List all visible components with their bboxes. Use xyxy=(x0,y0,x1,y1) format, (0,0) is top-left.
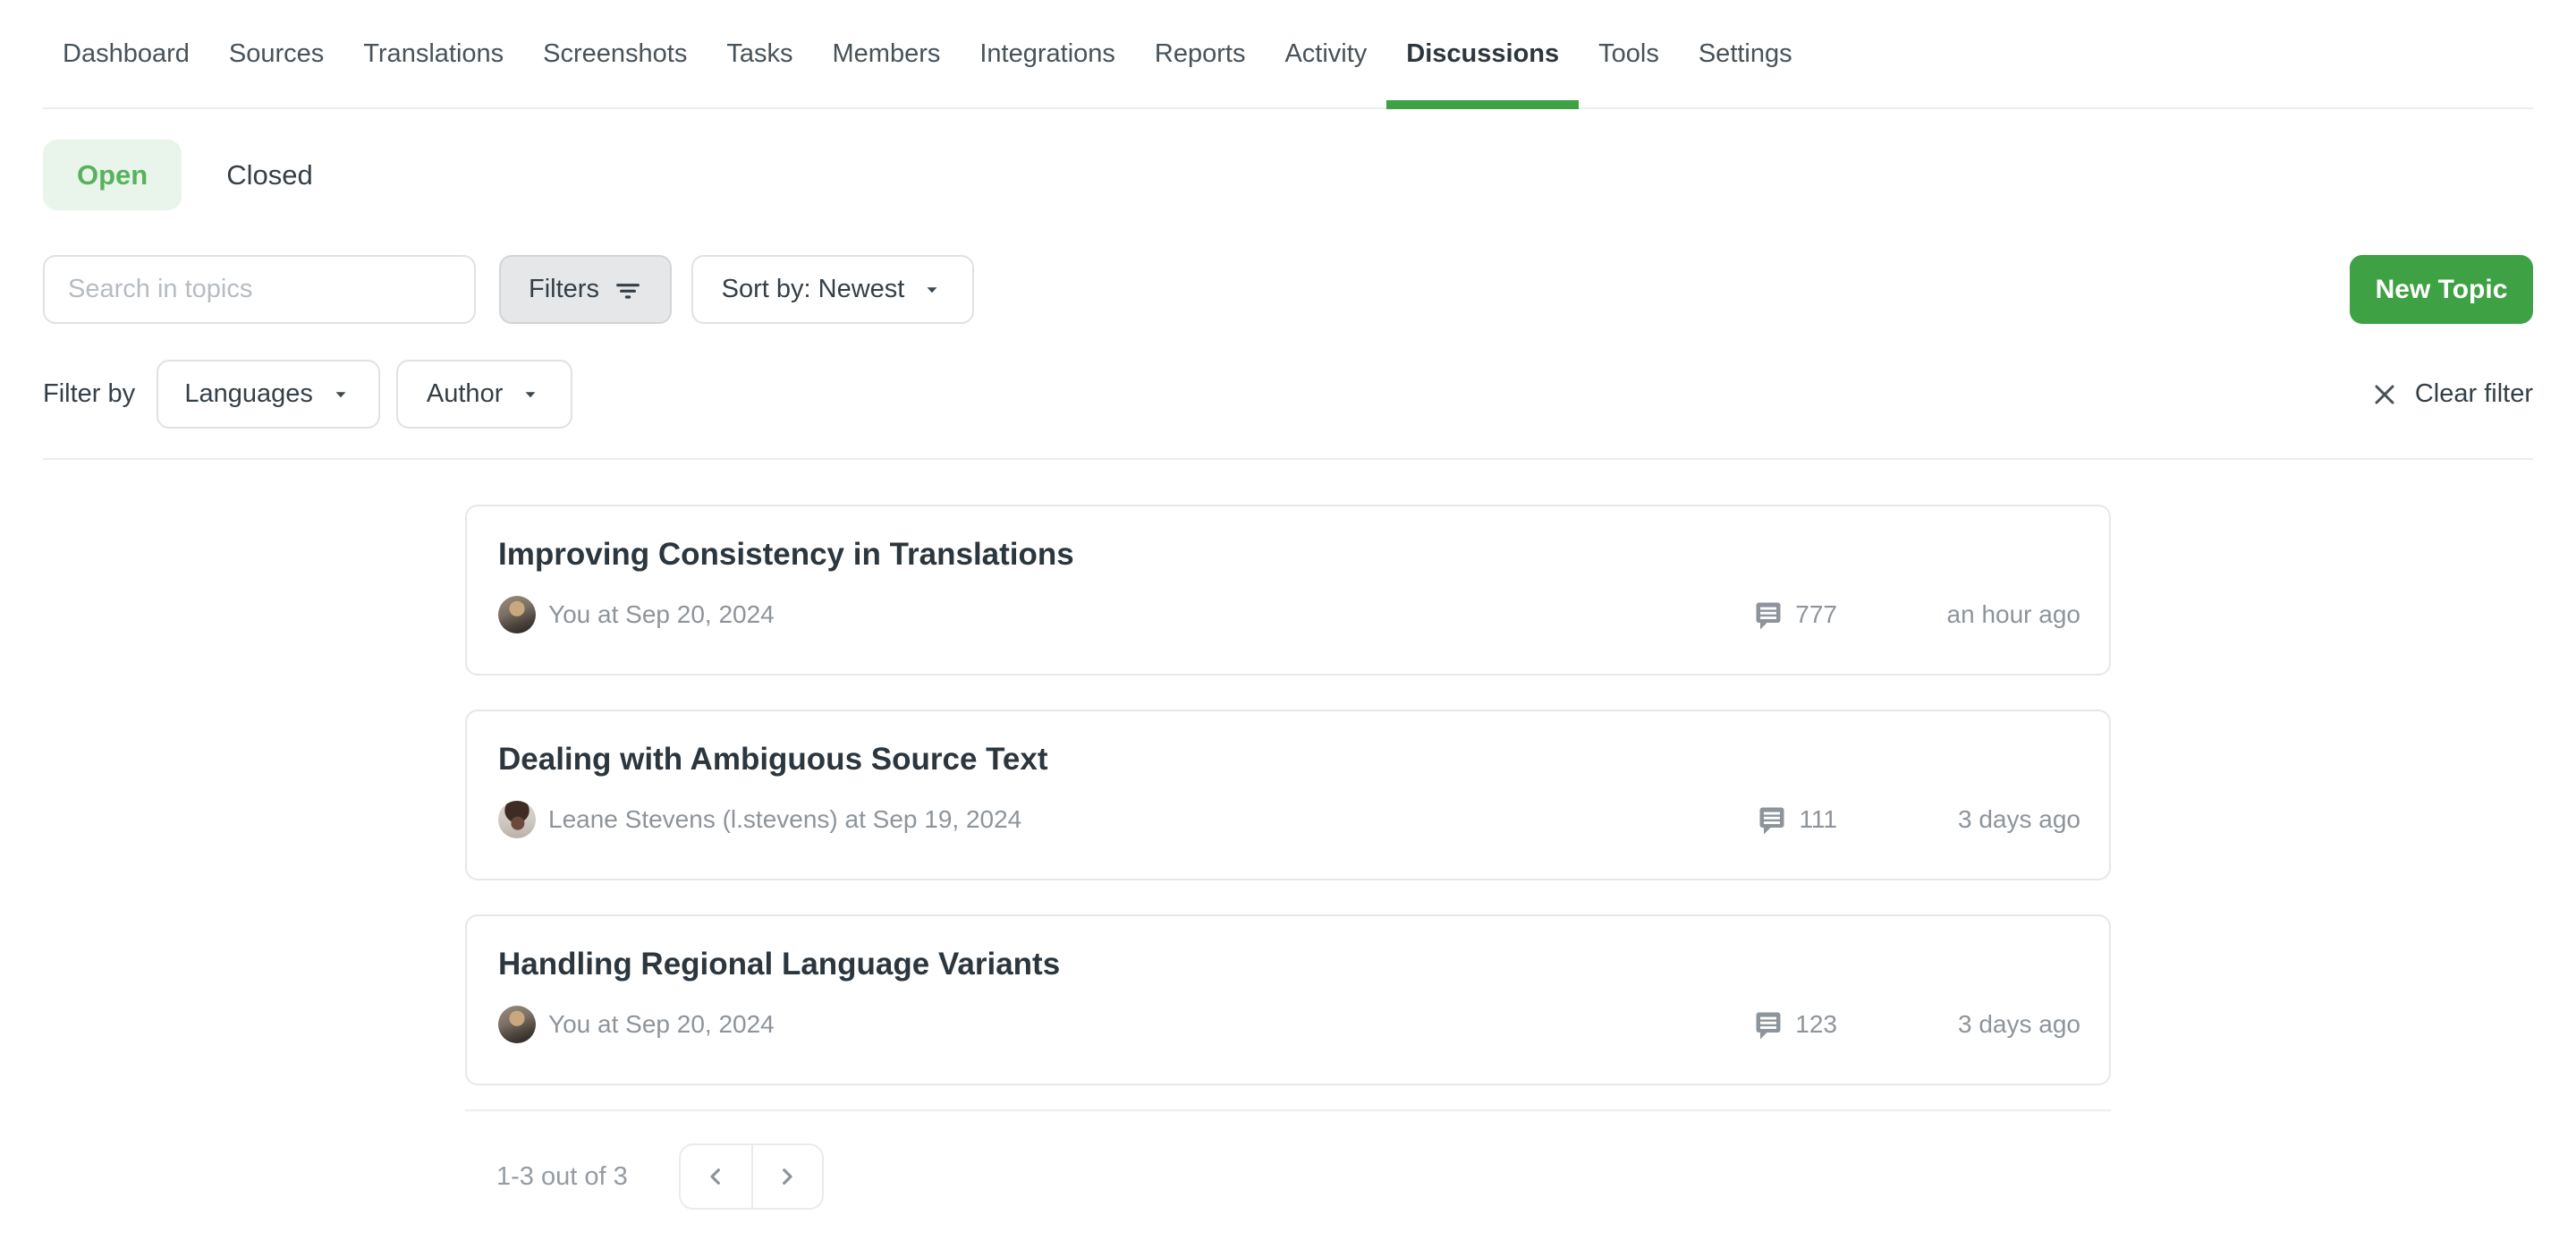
comment-count: 111 xyxy=(1756,803,1837,836)
comment-bubble-icon xyxy=(1752,599,1784,631)
avatar xyxy=(498,596,536,633)
caret-down-icon xyxy=(920,278,944,302)
chevron-left-icon xyxy=(701,1162,730,1191)
clear-filter-label: Clear filter xyxy=(2415,379,2533,409)
comment-count: 777 xyxy=(1752,599,1837,631)
nav-tasks[interactable]: Tasks xyxy=(707,0,812,107)
comment-count-value: 777 xyxy=(1795,600,1837,629)
author-dropdown[interactable]: Author xyxy=(396,360,572,429)
comment-count-value: 123 xyxy=(1795,1010,1837,1039)
comment-count-value: 111 xyxy=(1799,805,1837,834)
nav-settings[interactable]: Settings xyxy=(1679,0,1812,107)
sort-by-dropdown[interactable]: Sort by: Newest xyxy=(691,255,974,324)
next-page-button[interactable] xyxy=(751,1145,822,1208)
filter-by-row: Filter by Languages Author Clear filter xyxy=(43,360,2533,429)
page-range-label: 1-3 out of 3 xyxy=(496,1162,628,1192)
topic-meta: You at Sep 20, 2024 123 3 days ago xyxy=(498,1006,2080,1043)
topics-toolbar: Filters Sort by: Newest New Topic xyxy=(43,255,2533,324)
pagination: 1-3 out of 3 xyxy=(465,1143,2111,1210)
tab-closed[interactable]: Closed xyxy=(226,159,313,191)
avatar xyxy=(498,1006,536,1043)
topic-meta: You at Sep 20, 2024 777 an hour ag xyxy=(498,596,2080,633)
sort-by-label: Sort by: Newest xyxy=(722,275,905,304)
topic-meta-right: 123 3 days ago xyxy=(1752,1008,2080,1041)
nav-dashboard[interactable]: Dashboard xyxy=(43,0,209,107)
last-activity: 3 days ago xyxy=(1937,805,2080,834)
topic-title[interactable]: Handling Regional Language Variants xyxy=(498,947,2080,982)
topic-author-line: You at Sep 20, 2024 xyxy=(548,1010,1752,1039)
section-divider xyxy=(43,458,2533,460)
list-bottom-divider xyxy=(465,1109,2111,1111)
pager-buttons xyxy=(679,1143,824,1210)
topic-card[interactable]: Handling Regional Language Variants You … xyxy=(465,914,2111,1085)
topics-list: Improving Consistency in Translations Yo… xyxy=(465,505,2111,1210)
nav-sources[interactable]: Sources xyxy=(209,0,343,107)
last-activity: 3 days ago xyxy=(1937,1010,2080,1039)
chevron-right-icon xyxy=(773,1162,801,1191)
project-navigation: Dashboard Sources Translations Screensho… xyxy=(43,0,2533,109)
new-topic-button[interactable]: New Topic xyxy=(2350,255,2533,324)
search-input[interactable] xyxy=(43,255,476,324)
filters-button[interactable]: Filters xyxy=(499,255,672,324)
topic-meta-right: 777 an hour ago xyxy=(1752,599,2080,631)
topic-meta: Leane Stevens (l.stevens) at Sep 19, 202… xyxy=(498,801,2080,838)
close-icon xyxy=(2368,378,2401,411)
topic-card[interactable]: Dealing with Ambiguous Source Text Leane… xyxy=(465,710,2111,880)
caret-down-icon xyxy=(329,383,352,406)
comment-bubble-icon xyxy=(1756,803,1788,836)
languages-dropdown-label: Languages xyxy=(184,379,313,409)
topic-state-tabs: Open Closed xyxy=(43,140,2533,210)
filter-lines-icon xyxy=(614,276,642,304)
filter-by-label: Filter by xyxy=(43,379,135,409)
languages-dropdown[interactable]: Languages xyxy=(157,360,380,429)
nav-reports[interactable]: Reports xyxy=(1135,0,1266,107)
topic-author-line: You at Sep 20, 2024 xyxy=(548,600,1752,629)
nav-activity[interactable]: Activity xyxy=(1265,0,1386,107)
nav-members[interactable]: Members xyxy=(813,0,961,107)
topic-meta-right: 111 3 days ago xyxy=(1756,803,2080,836)
topic-card[interactable]: Improving Consistency in Translations Yo… xyxy=(465,505,2111,676)
topic-author-line: Leane Stevens (l.stevens) at Sep 19, 202… xyxy=(548,805,1756,834)
nav-translations[interactable]: Translations xyxy=(343,0,523,107)
topic-title[interactable]: Dealing with Ambiguous Source Text xyxy=(498,742,2080,778)
tab-open[interactable]: Open xyxy=(43,140,182,210)
clear-filter-button[interactable]: Clear filter xyxy=(2368,378,2533,411)
nav-integrations[interactable]: Integrations xyxy=(960,0,1135,107)
last-activity: an hour ago xyxy=(1937,600,2080,629)
caret-down-icon xyxy=(519,383,542,406)
previous-page-button[interactable] xyxy=(681,1145,751,1208)
filters-button-label: Filters xyxy=(529,275,599,304)
author-dropdown-label: Author xyxy=(427,379,503,409)
avatar xyxy=(498,801,536,838)
nav-discussions[interactable]: Discussions xyxy=(1386,0,1579,107)
comment-count: 123 xyxy=(1752,1008,1837,1041)
comment-bubble-icon xyxy=(1752,1008,1784,1041)
topic-title[interactable]: Improving Consistency in Translations xyxy=(498,537,2080,573)
nav-screenshots[interactable]: Screenshots xyxy=(523,0,707,107)
nav-tools[interactable]: Tools xyxy=(1579,0,1679,107)
